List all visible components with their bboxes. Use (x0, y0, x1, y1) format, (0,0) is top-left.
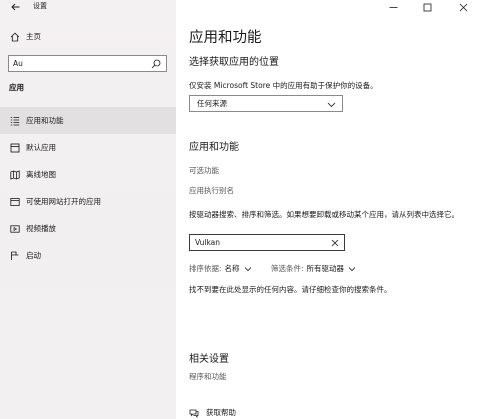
chevron-down-icon (348, 267, 356, 272)
sort-by-dropdown[interactable]: 排序依据: 名称 (189, 264, 252, 274)
app-search-box[interactable] (189, 234, 345, 251)
app-search-input[interactable] (195, 236, 323, 249)
sort-by-label: 排序依据: (189, 264, 222, 273)
back-button[interactable] (9, 2, 21, 12)
sidebar-item-label: 视频播放 (26, 224, 56, 233)
sidebar-item-label: 启动 (26, 251, 41, 260)
get-help-link[interactable]: 获取帮助 (189, 407, 236, 419)
sort-by-value: 名称 (224, 264, 240, 273)
install-source-value: 任何来源 (197, 99, 227, 108)
filter-by-value: 所有驱动器 (306, 264, 345, 273)
help-chat-icon (189, 409, 199, 418)
sidebar-item-default-apps[interactable]: 默认应用 (0, 134, 176, 161)
close-button[interactable] (450, 0, 476, 14)
minimize-button[interactable] (380, 0, 406, 14)
sidebar-item-label: 应用和功能 (26, 116, 64, 125)
video-playback-icon (10, 225, 20, 233)
maximize-button[interactable] (414, 0, 440, 14)
sidebar-item-apps-features[interactable]: 应用和功能 (0, 107, 176, 134)
minimize-icon (389, 6, 397, 8)
sidebar-section-title: 应用 (9, 83, 24, 92)
no-results-message: 找不到要在此处显示的任何内容。请仔细检查你的搜索条件。 (189, 285, 392, 294)
sidebar-item-offline-maps[interactable]: 离线地图 (0, 161, 176, 188)
window-controls (370, 0, 480, 14)
offline-maps-icon (10, 170, 20, 180)
sidebar-item-home[interactable]: 主页 (0, 29, 176, 45)
sort-filter-row: 排序依据: 名称 筛选条件: 所有驱动器 (189, 264, 389, 275)
close-icon (459, 3, 467, 11)
clear-icon[interactable] (331, 239, 339, 247)
home-label: 主页 (26, 32, 41, 41)
install-source-description: 仅安装 Microsoft Store 中的应用有助于保护你的设备。 (189, 81, 378, 90)
search-icon[interactable] (151, 59, 161, 69)
home-icon (10, 32, 20, 42)
install-source-dropdown[interactable]: 任何来源 (189, 95, 343, 112)
apps-for-websites-icon (10, 198, 20, 206)
chevron-down-icon (244, 267, 251, 272)
title-bar: 设置 (0, 0, 176, 14)
install-source-heading: 选择获取应用的位置 (189, 57, 279, 68)
back-arrow-icon (10, 3, 19, 11)
main-content: 应用和功能 选择获取应用的位置 仅安装 Microsoft Store 中的应用… (176, 0, 480, 419)
app-execution-alias-link[interactable]: 应用执行别名 (189, 186, 234, 196)
page-title: 应用和功能 (189, 30, 262, 46)
app-title: 设置 (33, 2, 47, 10)
settings-search-box[interactable] (8, 55, 167, 72)
sidebar-item-label: 可使用网站打开的应用 (26, 197, 101, 206)
settings-window: 设置 主页 应用 应用和功能 (0, 0, 480, 419)
optional-features-link[interactable]: 可选功能 (189, 166, 219, 176)
filter-by-dropdown[interactable]: 筛选条件: 所有驱动器 (271, 264, 356, 274)
sidebar-item-video-playback[interactable]: 视频播放 (0, 215, 176, 242)
programs-features-link[interactable]: 程序和功能 (189, 372, 227, 382)
filter-by-label: 筛选条件: (271, 264, 304, 273)
sidebar-item-label: 默认应用 (26, 143, 56, 152)
apps-list-description: 按驱动器搜索、排序和筛选。如果想要卸载或移动某个应用，请从列表中选择它。 (189, 210, 459, 219)
settings-search-input[interactable] (13, 57, 143, 70)
sidebar-item-startup[interactable]: 启动 (0, 242, 176, 269)
chevron-down-icon (327, 102, 336, 108)
get-help-label: 获取帮助 (206, 408, 236, 417)
startup-icon (11, 251, 19, 260)
default-apps-icon (10, 143, 20, 153)
sidebar: 设置 主页 应用 应用和功能 (0, 0, 176, 419)
related-settings-heading: 相关设置 (189, 354, 229, 365)
sidebar-item-apps-for-websites[interactable]: 可使用网站打开的应用 (0, 188, 176, 215)
maximize-icon (423, 3, 431, 11)
sidebar-item-label: 离线地图 (26, 170, 56, 179)
apps-features-icon (10, 117, 20, 126)
apps-features-heading: 应用和功能 (189, 142, 239, 153)
